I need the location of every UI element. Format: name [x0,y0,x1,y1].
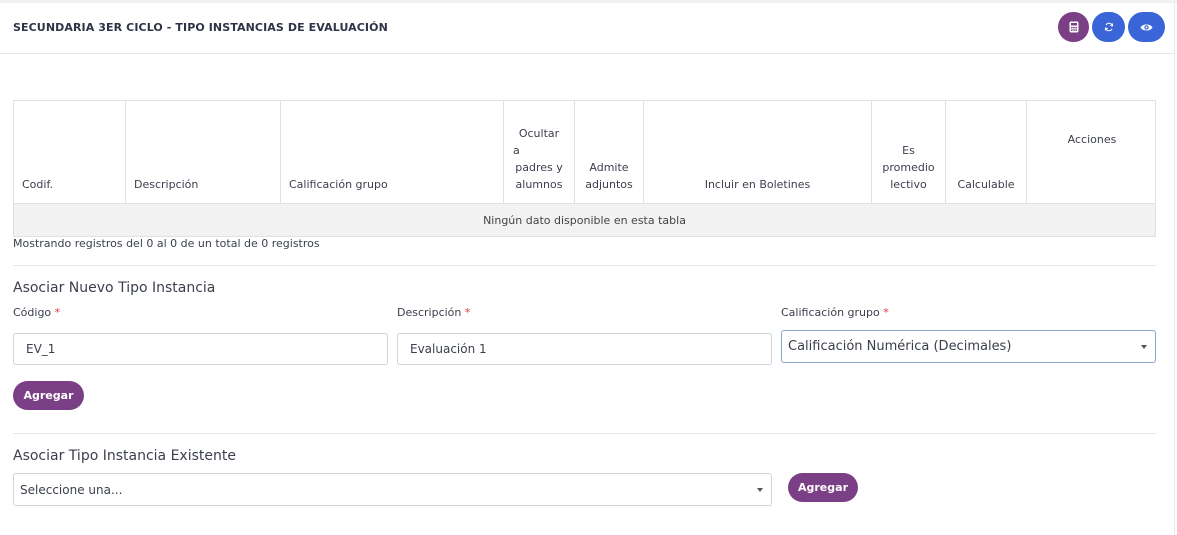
col-descripcion[interactable]: Descripción [125,100,281,204]
divider [13,433,1156,434]
col-incluir-boletines[interactable]: Incluir en Boletines [643,100,872,204]
instancias-table: Codif. Descripción Calificación grupo Oc… [13,100,1156,237]
calificacion-label-text: Calificación grupo [781,306,880,319]
col-acciones[interactable]: Acciones [1026,100,1156,204]
required-mark: * [54,306,61,319]
col-promedio-lectivo[interactable]: Es promedio lectivo [871,100,946,204]
descripcion-label-text: Descripción [397,306,462,319]
sync-icon [1104,22,1114,32]
descripcion-label: Descripción * [397,306,470,319]
codigo-input[interactable] [13,333,388,365]
divider [13,265,1156,266]
empty-table-message: Ningún dato disponible en esta tabla [13,203,1156,237]
existing-instance-title: Asociar Tipo Instancia Existente [13,448,236,464]
eye-icon [1140,23,1153,32]
col-promedio-line1: Es [902,144,915,157]
calificacion-label: Calificación grupo * [781,306,889,319]
calificacion-select[interactable]: Calificación Numérica (Decimales) [781,330,1156,363]
chevron-down-icon [757,488,763,492]
col-admite-line1: Admite [589,161,629,174]
sync-button[interactable] [1092,12,1125,42]
col-ocultar-line4: alumnos [515,178,563,191]
page-title: SECUNDARIA 3ER CICLO - TIPO INSTANCIAS D… [13,21,388,34]
codigo-label-text: Código [13,306,52,319]
agregar-existente-button[interactable]: Agregar [788,473,858,502]
new-instance-title: Asociar Nuevo Tipo Instancia [13,280,216,296]
col-calificacion-grupo[interactable]: Calificación grupo [280,100,504,204]
col-codif[interactable]: Codif. [13,100,126,204]
col-admite-line2: adjuntos [585,178,633,191]
descripcion-input[interactable] [397,333,772,365]
main-card: SECUNDARIA 3ER CICLO - TIPO INSTANCIAS D… [0,3,1175,535]
card-header: SECUNDARIA 3ER CICLO - TIPO INSTANCIAS D… [0,3,1174,54]
col-promedio-line3: lectivo [890,178,927,191]
chevron-down-icon [1141,345,1147,349]
col-ocultar-line3: padres y [515,161,563,174]
col-calculable[interactable]: Calculable [945,100,1027,204]
table-row: Ningún dato disponible en esta tabla [13,203,1156,237]
col-promedio-line2: promedio [882,161,935,174]
calculator-icon [1069,21,1079,33]
calculator-button[interactable] [1058,12,1089,42]
required-mark: * [883,306,889,319]
agregar-nuevo-button[interactable]: Agregar [13,381,84,410]
col-ocultar[interactable]: Ocultar a padres y alumnos [503,100,575,204]
col-ocultar-line1: Ocultar [518,127,560,140]
codigo-label: Código * [13,306,60,319]
tipo-instancia-select[interactable]: Seleccione una... [13,473,772,506]
required-mark: * [464,306,471,319]
col-ocultar-line2: a [513,144,520,157]
table-info: Mostrando registros del 0 al 0 de un tot… [13,237,320,250]
table-header-row: Codif. Descripción Calificación grupo Oc… [13,100,1156,204]
calificacion-select-value: Calificación Numérica (Decimales) [788,339,1012,354]
view-button[interactable] [1128,12,1165,42]
tipo-instancia-select-value: Seleccione una... [20,482,123,497]
col-admite-adjuntos[interactable]: Admite adjuntos [574,100,644,204]
